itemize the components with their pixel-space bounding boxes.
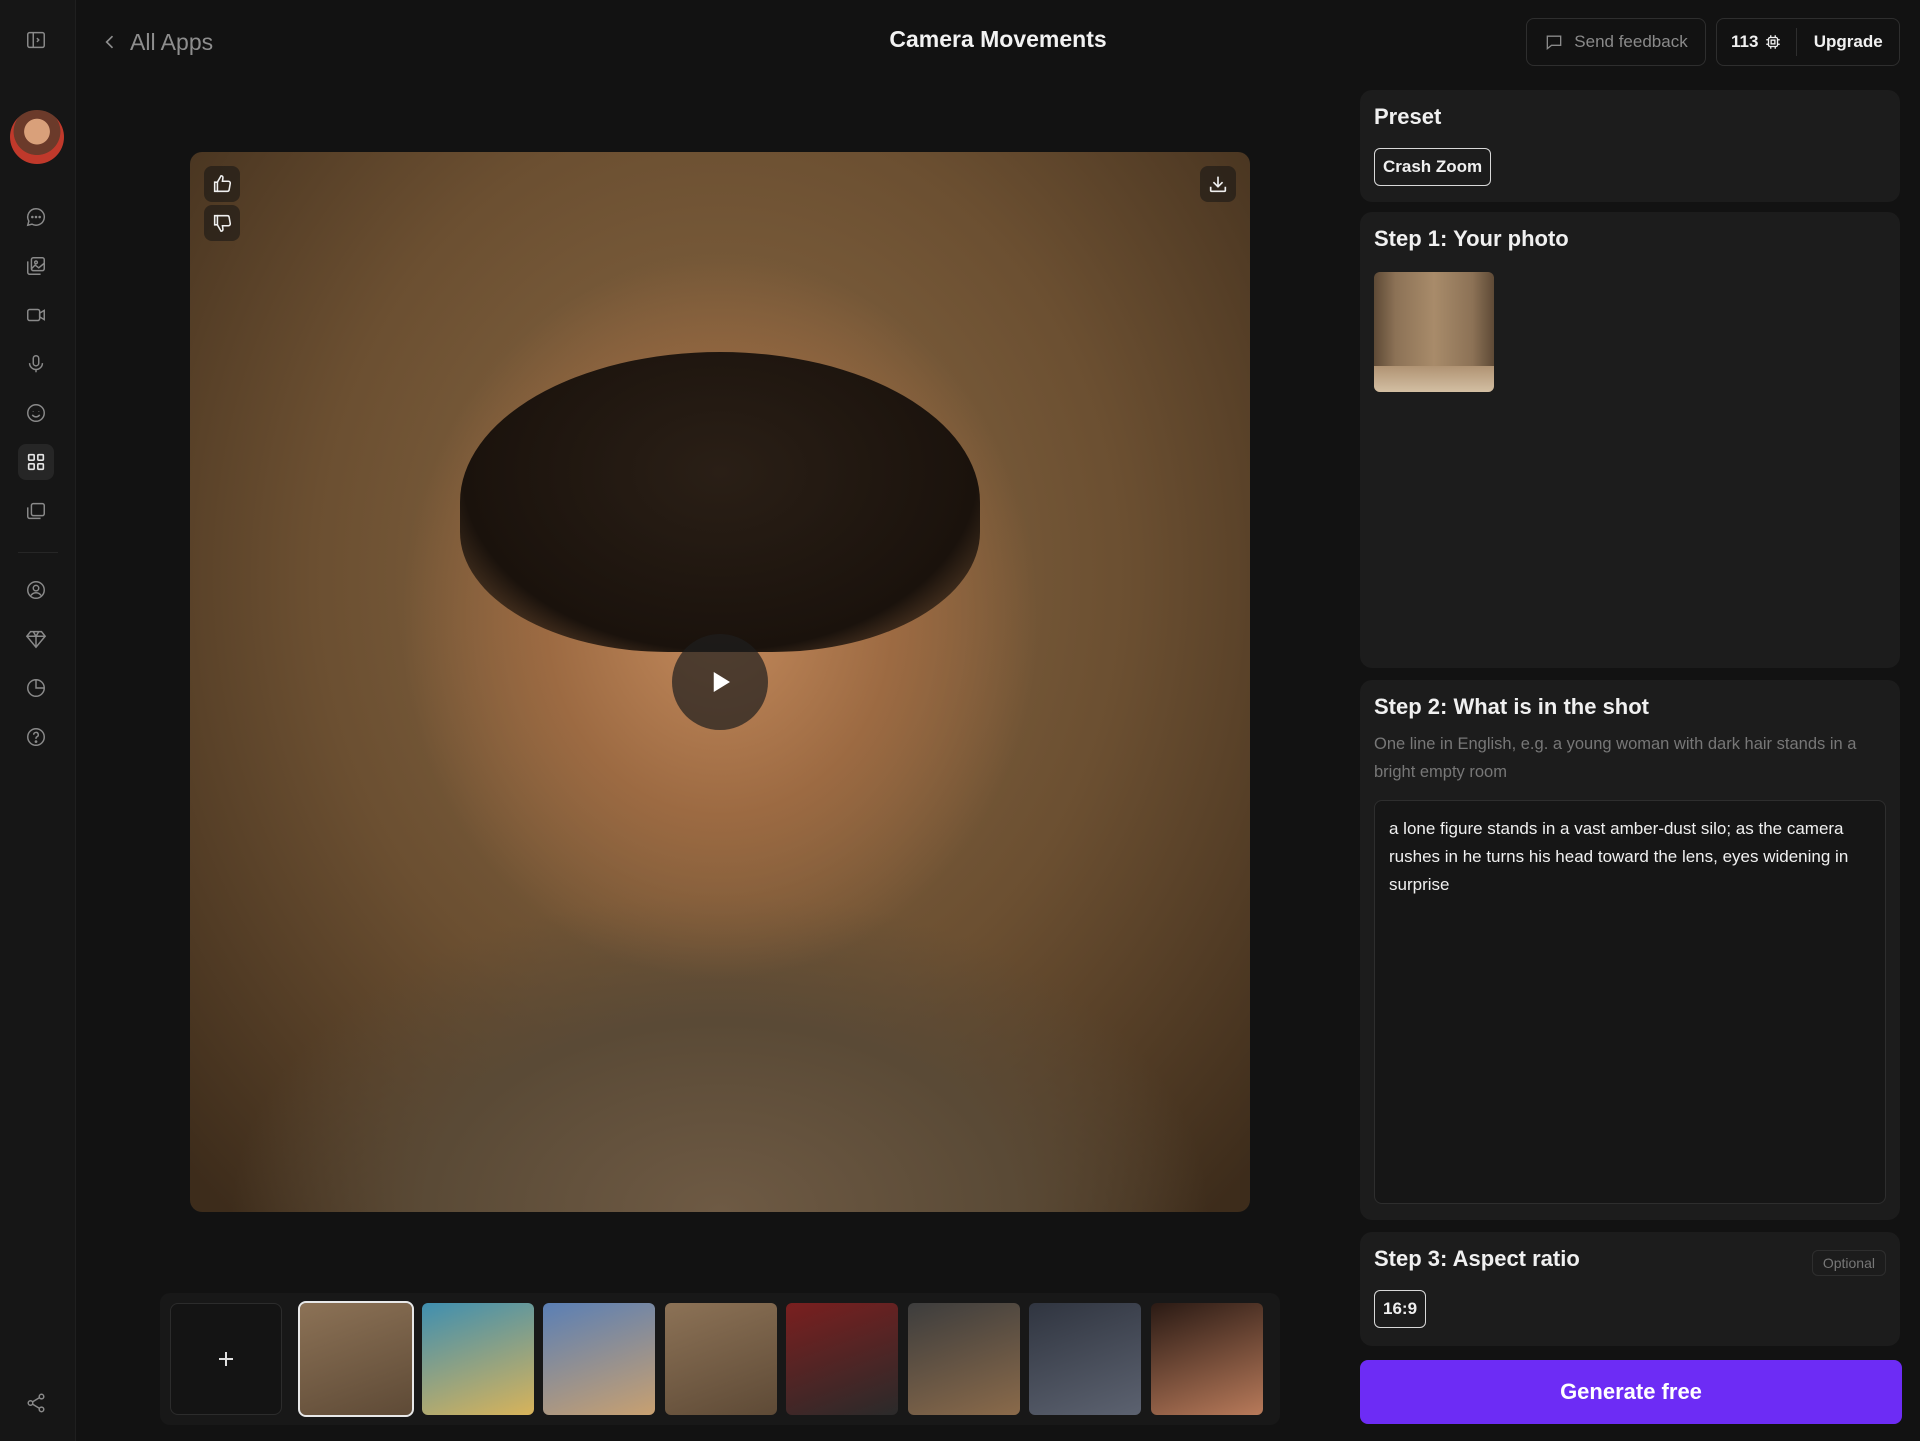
thumbnail-woman-blue-wall[interactable] bbox=[421, 1303, 534, 1415]
play-icon bbox=[713, 672, 730, 692]
thumbnail-cowboy-portrait[interactable] bbox=[907, 1303, 1020, 1415]
play-button[interactable] bbox=[672, 634, 768, 730]
send-feedback-button[interactable]: Send feedback bbox=[1526, 18, 1706, 66]
credits-group: 113 Upgrade bbox=[1716, 18, 1900, 66]
video-camera-icon[interactable] bbox=[18, 297, 54, 333]
thumbnail-subway-corridor[interactable] bbox=[786, 1303, 898, 1415]
preset-chip[interactable]: Crash Zoom bbox=[1374, 148, 1492, 186]
image-gallery-icon[interactable] bbox=[18, 248, 54, 284]
add-thumbnail-button[interactable] bbox=[170, 1303, 282, 1415]
credits-counter[interactable]: 113 bbox=[1717, 28, 1798, 56]
plus-icon bbox=[219, 1352, 233, 1366]
thumbnail-strip bbox=[160, 1293, 1280, 1425]
back-label: All Apps bbox=[130, 28, 214, 55]
step2-title: Step 2: What is in the shot bbox=[1374, 694, 1650, 719]
step3-title: Step 3: Aspect ratio bbox=[1374, 1246, 1580, 1271]
thumbnail-stairs-figure[interactable] bbox=[1029, 1303, 1141, 1415]
thumbs-down-icon[interactable] bbox=[204, 205, 240, 241]
aspect-ratio-chip[interactable]: 16:9 bbox=[1374, 1290, 1427, 1328]
apps-grid-icon[interactable] bbox=[18, 444, 54, 480]
step3-card: Step 3: Aspect ratio Optional 16:9 bbox=[1360, 1232, 1900, 1346]
chat-icon[interactable] bbox=[18, 199, 54, 235]
generate-button[interactable]: Generate free bbox=[1360, 1360, 1902, 1424]
help-icon[interactable] bbox=[18, 719, 54, 755]
diamond-icon[interactable] bbox=[18, 621, 54, 657]
pie-chart-icon[interactable] bbox=[18, 670, 54, 706]
microphone-icon[interactable] bbox=[18, 346, 54, 382]
share-icon[interactable] bbox=[18, 1385, 54, 1421]
thumbnail-silo-figure-2[interactable] bbox=[664, 1303, 777, 1415]
optional-badge: Optional bbox=[1811, 1250, 1886, 1276]
folders-icon[interactable] bbox=[18, 493, 54, 529]
back-link[interactable]: All Apps bbox=[100, 24, 213, 60]
sidebar bbox=[0, 0, 76, 1441]
sidebar-divider bbox=[18, 552, 58, 553]
download-icon[interactable] bbox=[1200, 166, 1236, 202]
user-circle-icon[interactable] bbox=[18, 572, 54, 608]
step2-card: Step 2: What is in the shot One line in … bbox=[1360, 680, 1900, 1220]
thumbnail-motel-walkway[interactable] bbox=[543, 1303, 655, 1415]
upgrade-button[interactable]: Upgrade bbox=[1797, 32, 1899, 52]
app-root: All Apps Camera Movements Send feedback … bbox=[0, 0, 1920, 1441]
step1-title: Step 1: Your photo bbox=[1374, 226, 1569, 251]
chevron-left-icon bbox=[105, 35, 114, 49]
thumbs-up-icon[interactable] bbox=[204, 166, 240, 202]
video-preview[interactable] bbox=[190, 152, 1250, 1212]
avatar[interactable] bbox=[10, 110, 64, 164]
chip-icon bbox=[1766, 35, 1781, 49]
uploaded-photo[interactable] bbox=[1374, 272, 1494, 392]
sidebar-toggle-icon[interactable] bbox=[18, 22, 54, 58]
shot-description-input[interactable]: a lone figure stands in a vast amber-dus… bbox=[1374, 800, 1886, 1204]
header: All Apps Camera Movements Send feedback … bbox=[76, 0, 1920, 84]
thumbnail-silo-figure[interactable] bbox=[298, 1301, 414, 1417]
send-feedback-label: Send feedback bbox=[1574, 32, 1688, 51]
step2-helper-text: One line in English, e.g. a young woman … bbox=[1374, 735, 1857, 781]
preset-title: Preset bbox=[1374, 104, 1442, 129]
preview-subject bbox=[460, 352, 980, 652]
credits-value: 113 bbox=[1731, 32, 1759, 51]
message-icon bbox=[1546, 35, 1562, 51]
preset-card: Preset Crash Zoom bbox=[1360, 90, 1900, 202]
thumbnail-woman-sunglasses[interactable] bbox=[1150, 1303, 1263, 1415]
smile-icon[interactable] bbox=[18, 395, 54, 431]
step1-card: Step 1: Your photo bbox=[1360, 212, 1900, 668]
